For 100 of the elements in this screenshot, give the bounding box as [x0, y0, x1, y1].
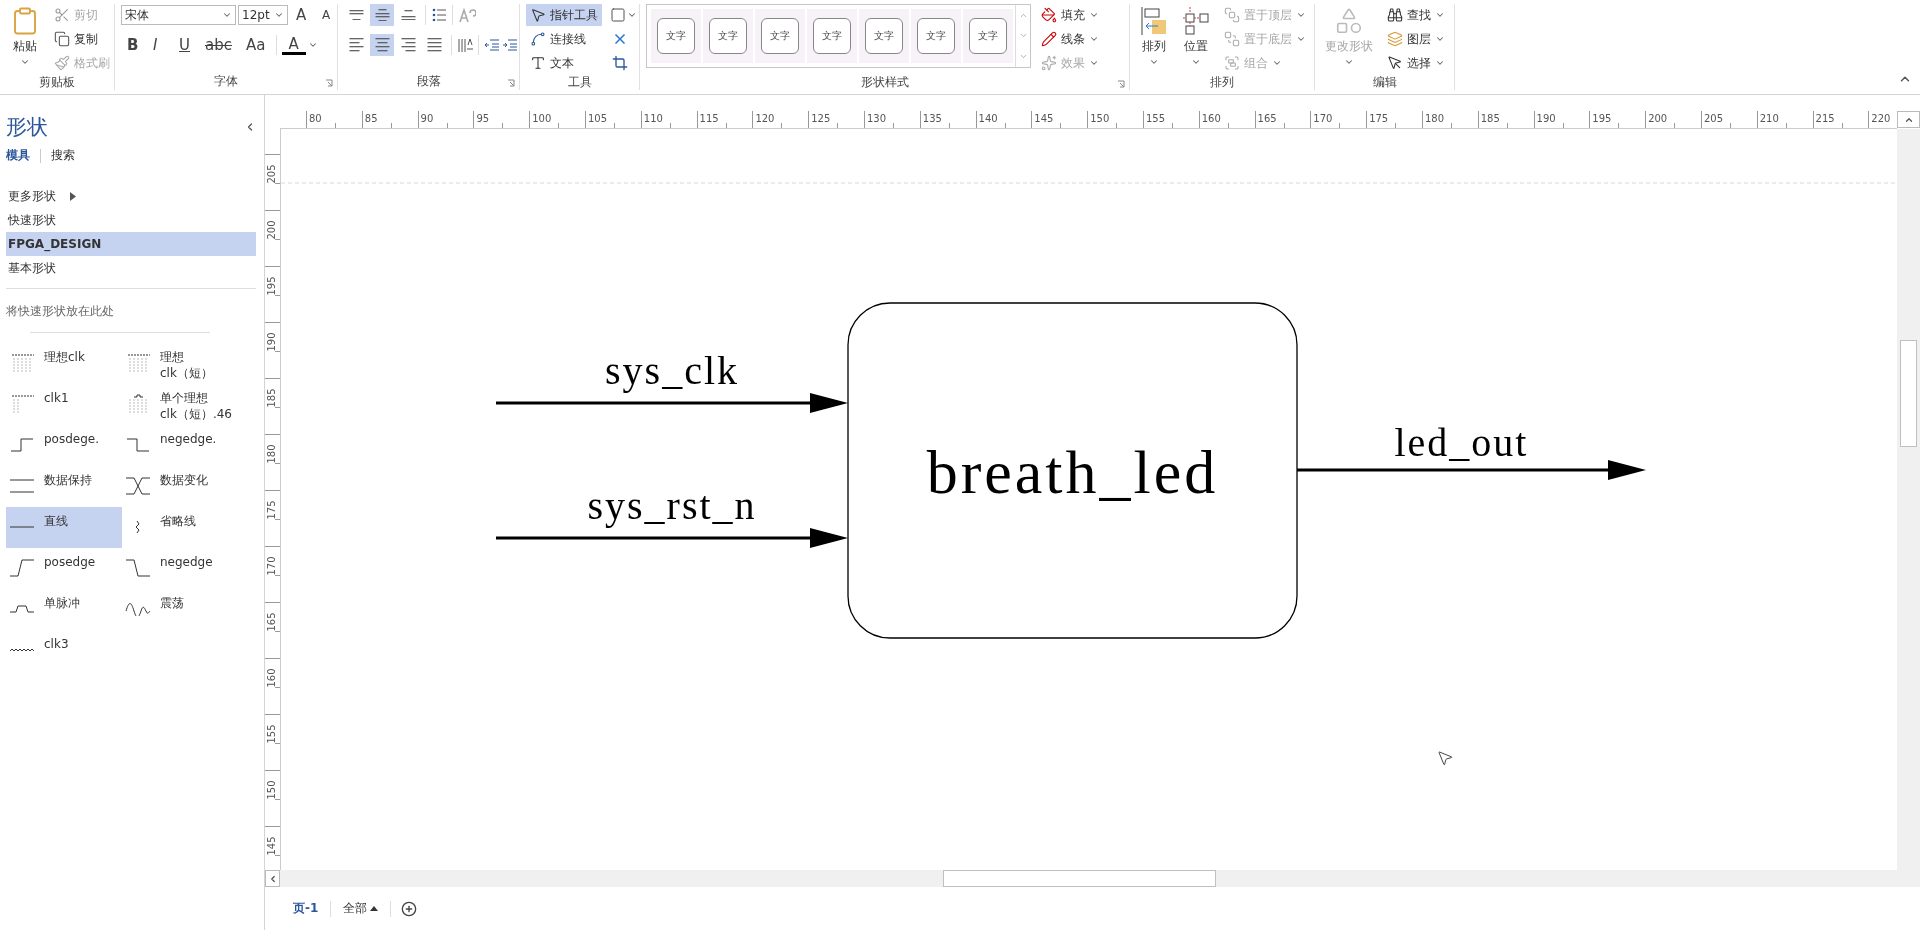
caret-icon [20, 57, 30, 67]
triangle-up-icon [370, 906, 379, 911]
scroll-left-button[interactable] [265, 870, 280, 887]
stencil-shape[interactable]: 直线 [6, 507, 122, 548]
shape-style-option[interactable]: 文字 [963, 9, 1013, 63]
ruler-label: 180 [265, 444, 278, 464]
ruler-label: 105 [588, 113, 608, 124]
group-label: 字体 [214, 72, 238, 90]
ruler-label: 110 [643, 113, 663, 124]
module-label: breath_led [926, 437, 1219, 506]
ruler-label: 165 [1257, 113, 1277, 124]
font-size-dropdown[interactable]: 12pt [238, 5, 288, 25]
shape-style-option[interactable]: 文字 [859, 9, 909, 63]
scroll-up-button[interactable] [1897, 111, 1920, 128]
ruler-label: 80 [309, 113, 322, 124]
ruler-label: 180 [1424, 113, 1445, 124]
shape-style-option[interactable]: 文字 [755, 9, 805, 63]
strike-button[interactable]: abc [199, 34, 238, 56]
vertical-scrollbar[interactable] [1897, 129, 1920, 870]
scrollbar-thumb[interactable] [1900, 340, 1917, 447]
stencil-menu-item[interactable]: 基本形状 [6, 256, 256, 280]
ruler-label: 145 [1034, 113, 1054, 124]
align-center-button[interactable] [370, 34, 394, 56]
stencil-menu-item[interactable]: 快速形状 [6, 208, 256, 232]
font-name-dropdown[interactable]: 宋体 [121, 5, 236, 25]
arrange-button[interactable]: 排列 [1136, 4, 1172, 69]
caret-icon [1089, 10, 1099, 20]
align-middle-button[interactable] [370, 4, 394, 26]
page-tab[interactable]: 全部 [331, 900, 391, 917]
decrease-indent-icon[interactable] [484, 38, 500, 52]
crop-icon[interactable] [612, 55, 628, 71]
increase-indent-icon[interactable] [502, 38, 518, 52]
position-button[interactable]: 位置 [1178, 4, 1214, 69]
pencil-icon [1041, 31, 1057, 47]
dialog-launcher-icon[interactable] [1117, 80, 1125, 88]
plus-circle-icon [401, 900, 418, 917]
group-icon [1224, 55, 1240, 71]
parallel-lines-icon [9, 479, 35, 493]
fill-button[interactable]: 填充 [1037, 4, 1103, 26]
dialog-launcher-icon[interactable] [325, 79, 333, 87]
copy-button[interactable]: 复制 [50, 28, 114, 50]
align-justify-icon [426, 38, 442, 52]
ruler-label: 150 [265, 780, 278, 800]
ruler-label: 90 [420, 113, 434, 124]
connector-tool-button[interactable]: 连接线 [526, 28, 602, 50]
horizontal-scrollbar[interactable] [265, 870, 1920, 887]
align-top-icon [348, 9, 364, 21]
group-label: 工具 [567, 74, 592, 91]
scrollbar-thumb[interactable] [943, 870, 1216, 887]
position-icon [1182, 6, 1210, 36]
font-color-button[interactable]: A [282, 35, 307, 55]
line-button[interactable]: 线条 [1037, 28, 1103, 50]
panel-tab[interactable]: 搜索 [51, 147, 75, 164]
signal-label: led_out [1394, 420, 1529, 465]
case-button[interactable]: Aa [239, 34, 272, 56]
bullet-list-icon[interactable] [431, 7, 447, 23]
pointer-tool-button[interactable]: 指针工具 [526, 4, 602, 26]
panel-tab[interactable]: 模具 [6, 147, 30, 164]
bold-button[interactable]: B [121, 34, 145, 56]
line-spacing-icon[interactable] [457, 37, 473, 53]
grow-font-button[interactable]: A [290, 4, 314, 26]
paste-button[interactable]: 粘贴 [6, 4, 44, 69]
line-icon [10, 526, 34, 528]
page-tab[interactable]: 页-1 [281, 900, 331, 917]
layers-button[interactable]: 图层 [1383, 28, 1449, 50]
caret-icon [1191, 57, 1201, 67]
underline-button[interactable]: U [173, 34, 197, 56]
select-button[interactable]: 选择 [1383, 52, 1449, 74]
align-bottom-icon [400, 9, 416, 21]
dialog-launcher-icon[interactable] [507, 79, 515, 87]
text-tool-button[interactable]: 文本 [526, 52, 602, 74]
ruler-label: 165 [265, 612, 278, 632]
ruler-label: 150 [1090, 113, 1110, 124]
submenu-arrow-icon [70, 191, 76, 201]
shape-style-option[interactable]: 文字 [651, 9, 701, 63]
caret-icon [1435, 34, 1445, 44]
ruler-label: 190 [265, 332, 278, 352]
group-label: 形状样式 [860, 74, 909, 91]
pointer-icon [530, 7, 546, 23]
group-label: 排列 [1210, 74, 1234, 91]
close-icon[interactable] [612, 31, 628, 47]
group-label: 剪贴板 [39, 74, 75, 91]
signal-label: sys_clk [605, 348, 739, 393]
shape-style-option[interactable]: 文字 [911, 9, 961, 63]
stencil-menu-item[interactable]: FPGA_DESIGN [6, 232, 256, 256]
shape-style-option[interactable]: 文字 [807, 9, 857, 63]
stencil-menu-item[interactable]: 更多形状 [6, 184, 256, 208]
shape-style-option[interactable]: 文字 [703, 9, 753, 63]
layers-icon [1387, 31, 1403, 47]
signal-label: sys_rst_n [587, 483, 757, 528]
pointer-icon [1387, 55, 1403, 71]
italic-button[interactable]: I [147, 34, 171, 56]
caret-icon [1149, 57, 1159, 67]
ruler-label: 120 [755, 113, 775, 124]
find-button[interactable]: 查找 [1383, 4, 1449, 26]
ruler-label: 170 [265, 556, 278, 576]
shrink-font-button[interactable]: A [316, 4, 340, 26]
text-direction-icon[interactable] [458, 7, 476, 23]
binoculars-icon [1387, 7, 1403, 23]
ruler-label: 145 [265, 836, 278, 856]
